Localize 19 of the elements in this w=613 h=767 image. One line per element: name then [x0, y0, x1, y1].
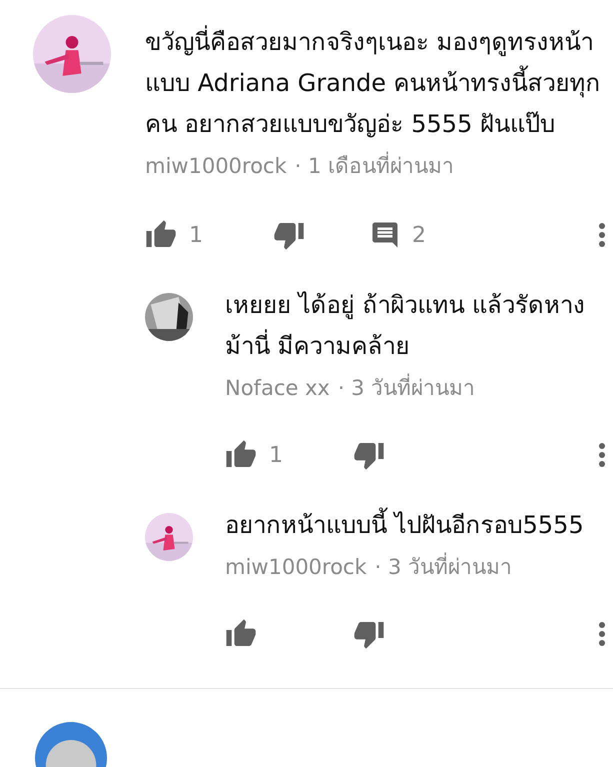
- author-name[interactable]: Noface xx: [225, 368, 330, 409]
- comment-time: · 1 เดือนที่ผ่านมา: [294, 146, 454, 187]
- more-icon: [599, 622, 605, 646]
- author-name[interactable]: miw1000rock: [145, 146, 287, 187]
- comment-time: · 3 วันที่ผ่านมา: [374, 547, 512, 588]
- comment-icon: [370, 220, 400, 250]
- like-button[interactable]: 1: [225, 438, 283, 472]
- replies-button[interactable]: 2: [370, 218, 426, 252]
- more-button[interactable]: [597, 622, 607, 646]
- author-name[interactable]: miw1000rock: [225, 547, 367, 588]
- comment-time: · 3 วันที่ผ่านมา: [338, 368, 476, 409]
- comment-text: เหยยย ได้อยู่ ถ้าผิวแทน แล้วรัดหางม้านี่ มีความคล้าย: [225, 290, 586, 362]
- more-icon: [599, 223, 605, 247]
- more-button[interactable]: [597, 443, 607, 467]
- comment-text: อยากหน้าแบบนี้ ไปฝันอีกรอบ5555: [225, 505, 605, 546]
- more-button[interactable]: [597, 223, 607, 247]
- comment-text: ขวัญนี่คือสวยมากจริงๆเนอะ มองๆดูทรงหน้าแบบ Adriana Grande คนหน้าทรงนี้สวยทุกคน อยากสวยแบบขวัญอ่ะ 5555 ฝันแป๊บ: [145, 22, 605, 145]
- more-icon: [599, 443, 605, 467]
- like-button[interactable]: 1: [145, 218, 203, 252]
